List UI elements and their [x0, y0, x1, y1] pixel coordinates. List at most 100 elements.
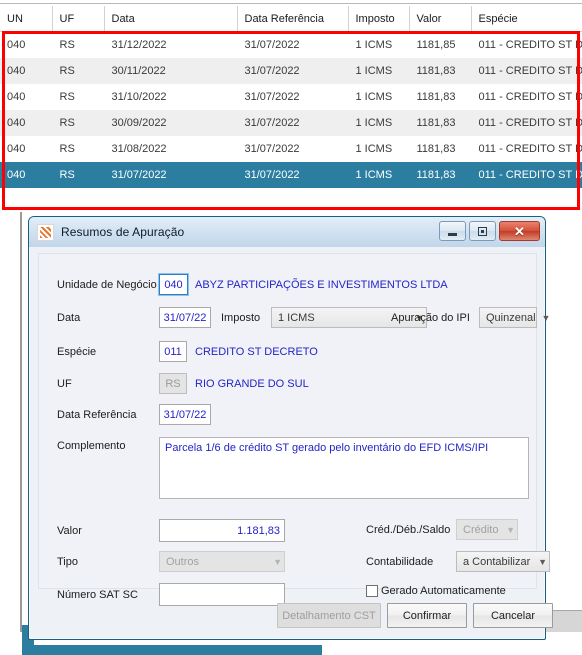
apuracao-grid[interactable]: UN UF Data Data Referência Imposto Valor…	[0, 0, 582, 210]
cell-un: 040	[0, 110, 52, 136]
input-data-referencia[interactable]: 31/07/22	[159, 404, 211, 425]
column-header-valor[interactable]: Valor	[409, 6, 472, 32]
text-unidade-negocio-description: ABYZ PARTICIPAÇÕES E INVESTIMENTOS LTDA	[195, 278, 448, 291]
label-unidade-negocio: Unidade de Negócio	[57, 278, 157, 291]
input-especie-code[interactable]: 011	[159, 341, 187, 362]
cell-data: 30/11/2022	[104, 58, 237, 84]
chevron-down-icon: ▼	[506, 524, 515, 535]
select-tipo: Outros ▼	[159, 551, 285, 572]
cell-data: 31/12/2022	[104, 31, 237, 58]
cancelar-button[interactable]: Cancelar	[473, 603, 553, 628]
table-row[interactable]: 040 RS 30/11/2022 31/07/2022 1 ICMS 1181…	[0, 58, 582, 84]
cell-un: 040	[0, 31, 52, 58]
cell-uf: RS	[52, 162, 104, 188]
cell-especie: 011 - CREDITO ST DECRETO	[471, 58, 582, 84]
maximize-button[interactable]	[469, 221, 496, 241]
input-data[interactable]: 31/07/22	[159, 307, 211, 328]
maximize-icon	[478, 226, 487, 236]
input-valor[interactable]: 1.181,83	[159, 519, 285, 542]
window-controls: ✕	[439, 221, 540, 241]
label-tipo: Tipo	[57, 555, 78, 568]
label-valor: Valor	[57, 524, 82, 537]
cell-valor: 1181,83	[409, 136, 471, 162]
input-unidade-negocio-code[interactable]: 040	[158, 273, 189, 296]
close-button[interactable]: ✕	[499, 221, 540, 241]
chevron-down-icon: ▼	[538, 556, 547, 567]
textarea-complemento[interactable]: Parcela 1/6 de crédito ST gerado pelo in…	[159, 437, 529, 499]
cell-data-referencia: 31/07/2022	[237, 84, 348, 110]
cell-valor: 1181,83	[409, 84, 471, 110]
cell-uf: RS	[52, 58, 104, 84]
cell-un: 040	[0, 136, 52, 162]
field-contabilidade: Contabilidade a Contabilizar ▼	[366, 551, 550, 572]
cell-un: 040	[0, 84, 52, 110]
table-row-selected[interactable]: 040 RS 31/07/2022 31/07/2022 1 ICMS 1181…	[0, 162, 582, 188]
select-contabilidade-value: a Contabilizar	[463, 555, 531, 568]
detalhamento-cst-button: Detalhamento CST	[277, 603, 381, 628]
table-row[interactable]: 040 RS 30/09/2022 31/07/2022 1 ICMS 1181…	[0, 110, 582, 136]
label-data: Data	[57, 311, 81, 324]
table-row[interactable]: 040 RS 31/10/2022 31/07/2022 1 ICMS 1181…	[0, 84, 582, 110]
cell-data: 31/10/2022	[104, 84, 237, 110]
cell-imposto: 1 ICMS	[348, 84, 409, 110]
detalhamento-cst-label: Detalhamento CST	[282, 609, 376, 622]
resumos-de-apuracao-dialog[interactable]: Resumos de Apuração ✕ Unidade de Negócio…	[28, 216, 553, 640]
label-imposto: Imposto	[221, 311, 261, 324]
table-header-row: UN UF Data Data Referência Imposto Valor…	[0, 6, 582, 32]
background-window-frame	[20, 212, 22, 632]
grid-top-divider	[0, 3, 582, 4]
dialog-titlebar[interactable]: Resumos de Apuração ✕	[29, 217, 545, 247]
confirmar-label: Confirmar	[402, 609, 452, 622]
cell-data-referencia: 31/07/2022	[237, 31, 348, 58]
select-cred-deb-saldo-value: Crédito	[463, 523, 499, 536]
cell-un: 040	[0, 162, 52, 188]
field-unidade-negocio: Unidade de Negócio 040 ABYZ PARTICIPAÇÕE…	[57, 273, 448, 296]
field-apuracao-ipi: Apuração do IPI Quinzenal ▼	[391, 307, 550, 328]
text-especie-description: CREDITO ST DECRETO	[195, 345, 318, 358]
column-header-especie[interactable]: Espécie	[471, 6, 582, 32]
select-imposto-value: 1 ICMS	[278, 311, 315, 324]
cell-uf: RS	[52, 84, 104, 110]
column-header-data[interactable]: Data	[104, 6, 238, 32]
cell-especie: 011 - CREDITO ST DECRETO	[471, 136, 582, 162]
table-row[interactable]: 040 RS 31/12/2022 31/07/2022 1 ICMS 1181…	[0, 31, 582, 58]
cell-imposto: 1 ICMS	[348, 31, 409, 58]
cell-uf: RS	[52, 31, 104, 58]
cell-valor: 1181,83	[409, 58, 471, 84]
label-especie: Espécie	[57, 345, 97, 358]
field-uf: UF RS RIO GRANDE DO SUL	[57, 373, 309, 394]
cancelar-label: Cancelar	[490, 609, 536, 622]
cell-un: 040	[0, 58, 52, 84]
label-uf: UF	[57, 377, 72, 390]
apuracao-table[interactable]: UN UF Data Data Referência Imposto Valor…	[0, 6, 582, 188]
taskbar-accent-horizontal	[22, 645, 322, 655]
column-header-uf[interactable]: UF	[52, 6, 105, 32]
chevron-down-icon: ▼	[273, 556, 282, 567]
column-header-imposto[interactable]: Imposto	[348, 6, 410, 32]
cell-valor: 1181,85	[409, 31, 471, 58]
field-tipo: Tipo Outros ▼	[57, 551, 285, 572]
minimize-button[interactable]	[439, 221, 466, 241]
label-data-referencia: Data Referência	[57, 408, 137, 421]
dialog-title: Resumos de Apuração	[61, 225, 185, 239]
confirmar-button[interactable]: Confirmar	[387, 603, 467, 628]
application-icon	[37, 223, 54, 241]
field-especie: Espécie 011 CREDITO ST DECRETO	[57, 341, 318, 362]
cell-imposto: 1 ICMS	[348, 58, 409, 84]
column-header-data-referencia[interactable]: Data Referência	[237, 6, 349, 32]
label-cred-deb-saldo: Créd./Déb./Saldo	[366, 523, 451, 536]
dialog-content-panel: Unidade de Negócio 040 ABYZ PARTICIPAÇÕE…	[38, 253, 550, 606]
select-contabilidade[interactable]: a Contabilizar ▼	[456, 551, 550, 572]
cell-especie: 011 - CREDITO ST DECRETO	[471, 162, 582, 188]
table-row[interactable]: 040 RS 31/08/2022 31/07/2022 1 ICMS 1181…	[0, 136, 582, 162]
minimize-icon	[448, 232, 457, 236]
field-data: Data 31/07/22	[57, 307, 211, 328]
cell-especie: 011 - CREDITO ST DECRETO	[471, 84, 582, 110]
select-apuracao-ipi-value: Quinzenal	[486, 311, 536, 324]
label-complemento: Complemento	[57, 440, 126, 452]
cell-data-referencia: 31/07/2022	[237, 162, 348, 188]
input-uf-code: RS	[159, 373, 187, 394]
cell-valor: 1181,83	[409, 110, 471, 136]
column-header-un[interactable]: UN	[0, 6, 53, 32]
select-apuracao-ipi[interactable]: Quinzenal ▼	[479, 307, 550, 328]
